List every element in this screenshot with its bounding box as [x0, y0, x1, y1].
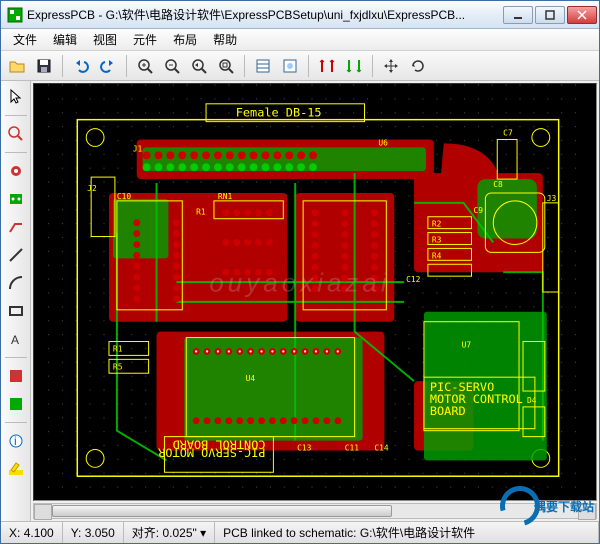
save-button[interactable] — [32, 54, 56, 78]
menu-help[interactable]: 帮助 — [205, 29, 245, 50]
close-button[interactable] — [567, 6, 597, 24]
line-tool[interactable] — [4, 243, 28, 267]
menu-layout[interactable]: 布局 — [165, 29, 205, 50]
left-toolbar: A i — [1, 81, 31, 521]
separator — [5, 422, 27, 423]
separator — [5, 357, 27, 358]
svg-text:J2: J2 — [87, 184, 97, 193]
menu-edit[interactable]: 编辑 — [45, 29, 85, 50]
svg-text:A: A — [11, 333, 19, 347]
svg-text:CONTROL BOARD: CONTROL BOARD — [173, 438, 266, 452]
svg-text:BOARD: BOARD — [430, 404, 466, 418]
separator — [62, 55, 63, 77]
separator — [5, 115, 27, 116]
svg-text:U7: U7 — [462, 340, 472, 349]
menu-view[interactable]: 视图 — [85, 29, 125, 50]
statusbar: X: 4.100 Y: 3.050 对齐: 0.025" ▾ PCB linke… — [1, 521, 599, 543]
menu-component[interactable]: 元件 — [125, 29, 165, 50]
svg-text:R3: R3 — [432, 235, 442, 244]
menubar: 文件 编辑 视图 元件 布局 帮助 — [1, 29, 599, 51]
separator — [372, 55, 373, 77]
pad-round-tool[interactable] — [4, 159, 28, 183]
menu-file[interactable]: 文件 — [5, 29, 45, 50]
zoom-area-tool[interactable] — [4, 122, 28, 146]
maximize-button[interactable] — [535, 6, 565, 24]
svg-text:C14: C14 — [374, 443, 389, 452]
pad-square-tool[interactable] — [4, 187, 28, 211]
flip-h-button[interactable] — [315, 54, 339, 78]
svg-text:R2: R2 — [432, 220, 442, 229]
minimize-button[interactable] — [503, 6, 533, 24]
properties-button[interactable] — [251, 54, 275, 78]
trace-tool[interactable] — [4, 215, 28, 239]
separator — [126, 55, 127, 77]
separator — [5, 152, 27, 153]
zoom-prev-button[interactable] — [187, 54, 211, 78]
zoom-out-button[interactable] — [160, 54, 184, 78]
svg-text:R1: R1 — [196, 208, 206, 217]
svg-text:J3: J3 — [547, 194, 557, 203]
separator — [244, 55, 245, 77]
toolbar — [1, 51, 599, 81]
svg-text:C9: C9 — [473, 206, 483, 215]
open-button[interactable] — [5, 54, 29, 78]
svg-text:R1: R1 — [113, 344, 123, 353]
arc-tool[interactable] — [4, 271, 28, 295]
move-button[interactable] — [379, 54, 403, 78]
svg-text:U6: U6 — [378, 138, 388, 147]
options-button[interactable] — [278, 54, 302, 78]
svg-text:C8: C8 — [493, 180, 503, 189]
status-link: PCB linked to schematic: G:\软件\电路设计软件 — [215, 522, 599, 543]
flip-v-button[interactable] — [342, 54, 366, 78]
pcb-drawing: Female DB-15 — [34, 84, 596, 500]
status-y: Y: 3.050 — [63, 522, 124, 543]
layer-top-tool[interactable] — [4, 364, 28, 388]
svg-text:C11: C11 — [345, 443, 360, 452]
status-snap[interactable]: 对齐: 0.025" ▾ — [124, 522, 215, 543]
layer-bottom-tool[interactable] — [4, 392, 28, 416]
pointer-tool[interactable] — [4, 85, 28, 109]
status-x: X: 4.100 — [1, 522, 63, 543]
svg-text:U4: U4 — [246, 374, 256, 383]
zoom-fit-button[interactable] — [214, 54, 238, 78]
text-tool[interactable]: A — [4, 327, 28, 351]
redo-button[interactable] — [96, 54, 120, 78]
app-icon — [7, 7, 23, 23]
separator — [308, 55, 309, 77]
window-title: ExpressPCB - G:\软件\电路设计软件\ExpressPCBSetu… — [27, 6, 501, 23]
svg-text:RN1: RN1 — [218, 192, 233, 201]
svg-text:C10: C10 — [117, 192, 132, 201]
titlebar: ExpressPCB - G:\软件\电路设计软件\ExpressPCBSetu… — [1, 1, 599, 29]
undo-button[interactable] — [69, 54, 93, 78]
rect-tool[interactable] — [4, 299, 28, 323]
scrollbar-horizontal[interactable] — [33, 503, 597, 519]
svg-text:J1: J1 — [133, 144, 143, 153]
svg-text:R4: R4 — [432, 251, 442, 260]
svg-text:R5: R5 — [113, 362, 123, 371]
highlight-tool[interactable] — [4, 457, 28, 481]
pcb-canvas[interactable]: Female DB-15 — [33, 83, 597, 501]
zoom-in-button[interactable] — [133, 54, 157, 78]
rotate-button[interactable] — [406, 54, 430, 78]
svg-text:i: i — [14, 434, 17, 448]
svg-text:C13: C13 — [297, 443, 312, 452]
svg-text:C12: C12 — [406, 275, 421, 284]
svg-text:C7: C7 — [503, 129, 513, 138]
pcb-label-female-db15: Female DB-15 — [236, 106, 322, 120]
info-tool[interactable]: i — [4, 429, 28, 453]
